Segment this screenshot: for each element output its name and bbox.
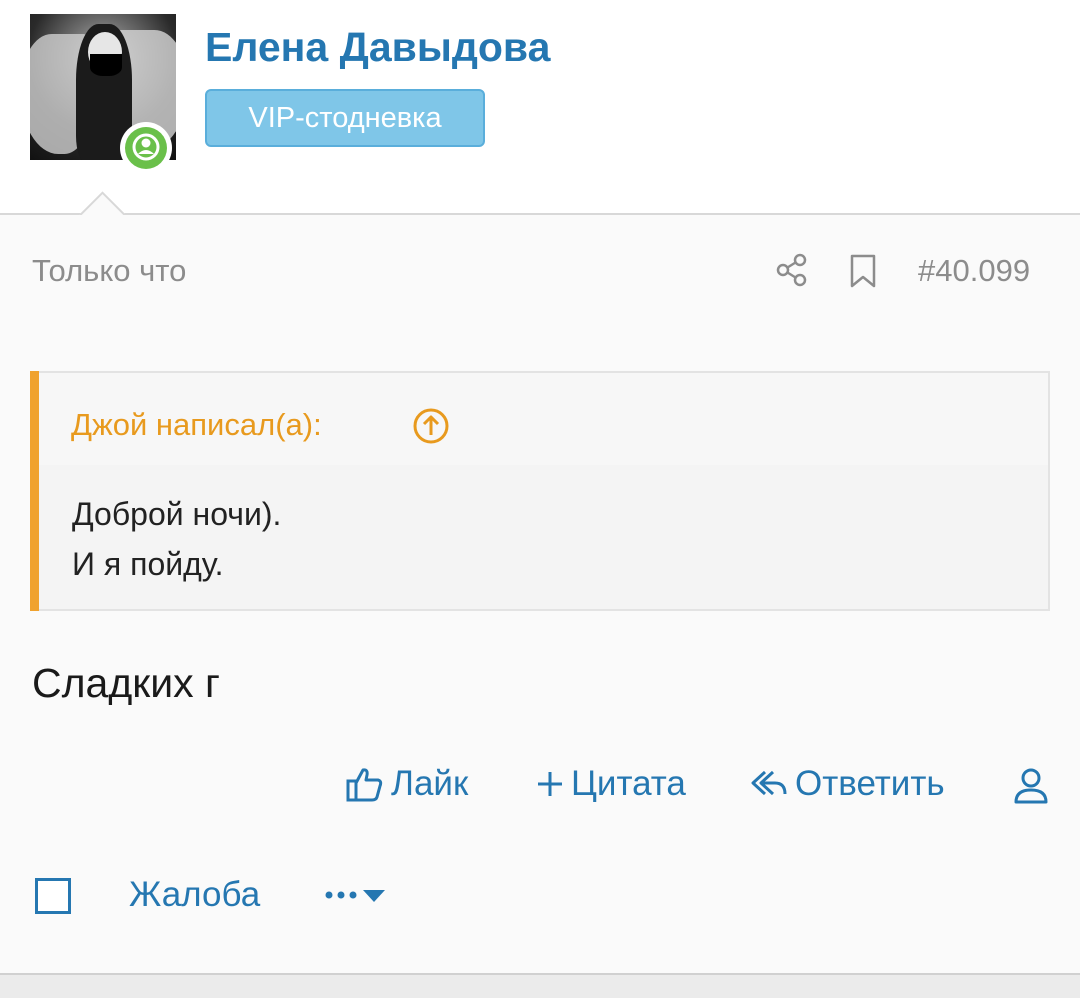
message-text: Сладких г	[32, 660, 220, 706]
quote-line: Доброй ночи).	[72, 496, 282, 532]
quote-line: И я пойду.	[72, 546, 224, 582]
arrow-up-circle-icon[interactable]	[412, 407, 450, 445]
like-label: Лайк	[391, 764, 469, 803]
reply-button[interactable]: Ответить	[749, 764, 945, 804]
message-body: Только что #40.099 Джой написал(а): Добр…	[0, 215, 1080, 975]
reply-label: Ответить	[795, 764, 945, 803]
reply-icon	[751, 770, 787, 796]
header-pointer	[77, 189, 125, 215]
post-number[interactable]: #40.099	[918, 253, 1030, 289]
user-header: Елена Давыдова VIP-стодневка	[0, 0, 1080, 214]
select-checkbox[interactable]	[35, 878, 71, 914]
post-time[interactable]: Только что	[32, 253, 186, 289]
share-icon[interactable]	[774, 252, 810, 288]
quote-label: Цитата	[571, 764, 686, 803]
post-footer: Жалоба	[0, 870, 1080, 920]
plus-icon	[538, 772, 562, 796]
more-menu[interactable]	[323, 880, 387, 910]
quote-button[interactable]: Цитата	[535, 764, 686, 804]
report-link[interactable]: Жалоба	[129, 875, 260, 915]
quote-header: Джой написал(а):	[39, 373, 1048, 465]
quote-text: Доброй ночи). И я пойду.	[72, 489, 281, 589]
like-button[interactable]: Лайк	[345, 764, 468, 804]
bookmark-icon[interactable]	[848, 253, 878, 289]
action-bar: Лайк Цитата Ответить	[0, 764, 1080, 808]
user-title-badge: VIP-стодневка	[205, 89, 485, 147]
caret-down-icon	[363, 890, 385, 902]
quote-block: Джой написал(а): Доброй ночи). И я пойду…	[30, 371, 1050, 611]
quote-author[interactable]: Джой написал(а):	[71, 407, 322, 443]
more-icon	[325, 891, 357, 899]
quote-accent-bar	[30, 371, 39, 611]
user-icon[interactable]	[1012, 766, 1050, 806]
thumbs-up-icon	[346, 768, 383, 802]
online-status-icon	[120, 122, 172, 174]
username[interactable]: Елена Давыдова	[205, 24, 550, 71]
bottom-bar	[0, 975, 1080, 998]
